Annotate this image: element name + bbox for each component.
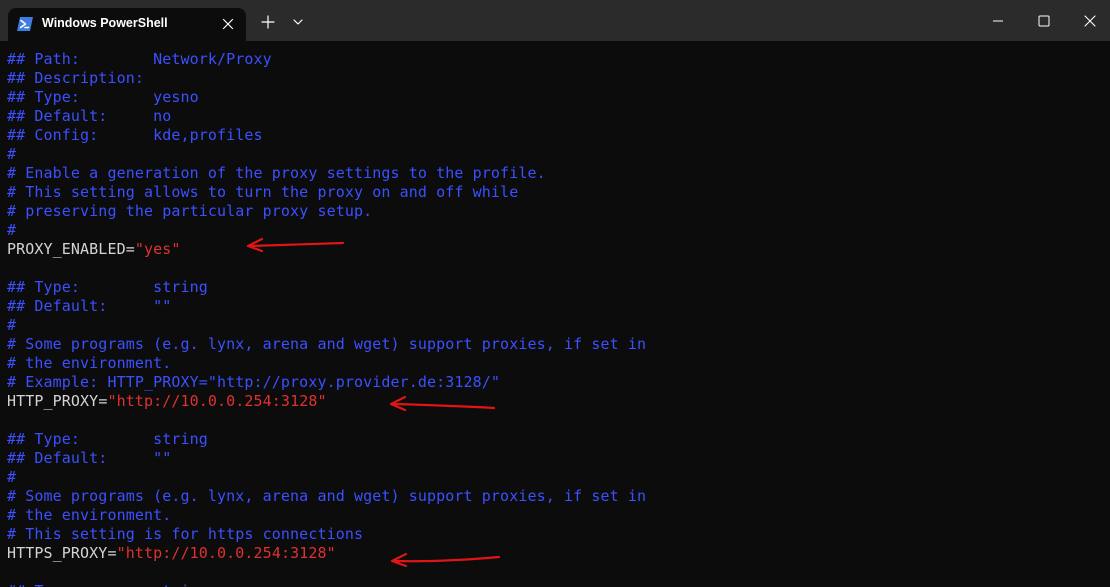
variable-name: PROXY_ENABLED [7, 240, 126, 258]
config-assignment-line: PROXY_ENABLED="yes" [7, 240, 181, 259]
comment-line: # Some programs (e.g. lynx, arena and wg… [7, 487, 647, 505]
comment-line: # [7, 145, 17, 163]
comment-line: # Some programs (e.g. lynx, arena and wg… [7, 335, 647, 353]
close-icon[interactable] [220, 16, 236, 32]
comment-line: ## Description: [7, 69, 144, 87]
comment-line: # Enable a generation of the proxy setti… [7, 164, 546, 182]
comment-line: # [7, 316, 17, 334]
comment-line: ## Type: string [7, 430, 208, 448]
assignment-operator: = [107, 544, 117, 562]
comment-line: # Example: HTTP_PROXY="http://proxy.prov… [7, 373, 501, 391]
string-value: "http://10.0.0.254:3128" [116, 544, 336, 562]
comment-line: ## Config: kde,profiles [7, 126, 263, 144]
terminal-output[interactable]: ## Path: Network/Proxy ## Description: ## … [0, 41, 1110, 587]
string-value: "yes" [134, 240, 181, 258]
assignment-operator: = [125, 240, 135, 258]
tab-windows-powershell[interactable]: Windows PowerShell [8, 8, 246, 41]
config-assignment-line: HTTPS_PROXY="http://10.0.0.254:3128" [7, 544, 336, 563]
title-bar[interactable]: Windows PowerShell [0, 0, 1110, 41]
comment-line: # the environment. [7, 506, 172, 524]
comment-line: ## Type: string [7, 582, 208, 587]
comment-line: ## Type: yesno [7, 88, 199, 106]
tab-title: Windows PowerShell [42, 16, 168, 30]
maximize-icon[interactable] [1030, 8, 1058, 34]
minimize-icon[interactable] [984, 8, 1012, 34]
comment-line: ## Default: no [7, 107, 172, 125]
variable-name: HTTP_PROXY [7, 392, 99, 410]
config-assignment-line: HTTP_PROXY="http://10.0.0.254:3128" [7, 392, 327, 411]
comment-line: # preserving the particular proxy setup. [7, 202, 373, 220]
comment-line: # the environment. [7, 354, 172, 372]
comment-line: # This setting allows to turn the proxy … [7, 183, 519, 201]
comment-line: ## Default: "" [7, 297, 172, 315]
comment-line: # This setting is for https connections [7, 525, 364, 543]
comment-line: ## Default: "" [7, 449, 172, 467]
comment-line: ## Type: string [7, 278, 208, 296]
comment-line: # [7, 468, 17, 486]
chevron-down-icon[interactable] [289, 12, 307, 32]
comment-line: # [7, 221, 17, 239]
powershell-icon [17, 17, 33, 31]
close-icon[interactable] [1076, 8, 1104, 34]
variable-name: HTTPS_PROXY [7, 544, 108, 562]
comment-line: ## Path: Network/Proxy [7, 50, 272, 68]
powershell-window: Windows PowerShell ## Path: Network/Prox… [0, 0, 1110, 587]
string-value: "http://10.0.0.254:3128" [107, 392, 327, 410]
plus-icon[interactable] [258, 12, 278, 32]
